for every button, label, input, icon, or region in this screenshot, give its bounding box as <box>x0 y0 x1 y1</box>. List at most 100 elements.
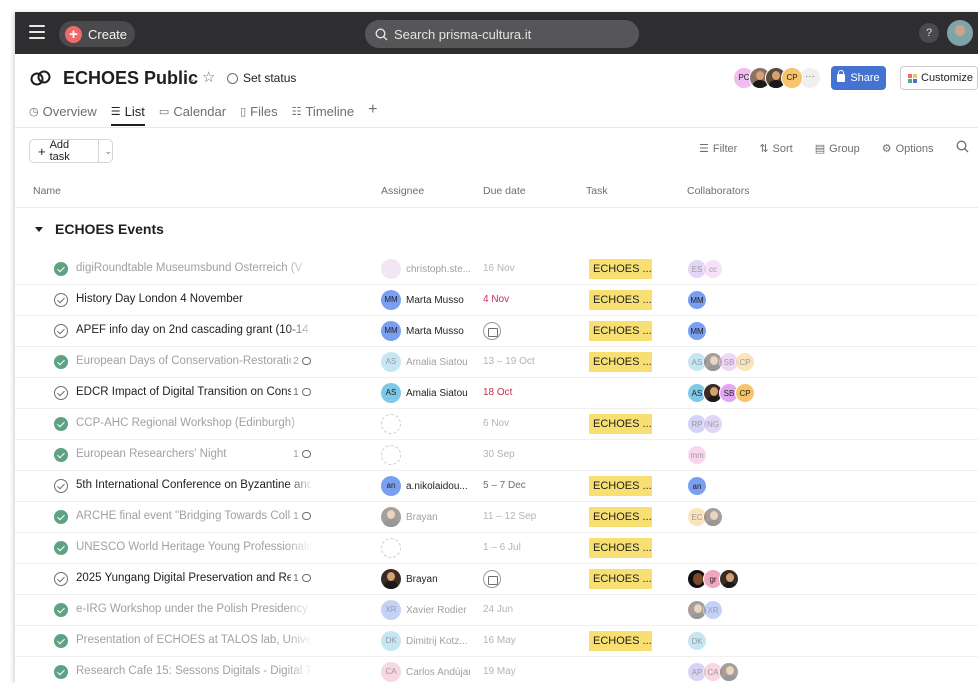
section-header[interactable]: ECHOES Events <box>29 221 164 237</box>
assignee-cell[interactable]: AS Amalia Siatou <box>381 352 470 372</box>
create-button[interactable]: + Create <box>59 21 135 47</box>
assignee-cell[interactable]: christoph.ste... <box>381 259 470 279</box>
user-avatar[interactable] <box>947 20 973 46</box>
task-name[interactable]: EDCR Impact of Digital Transition on Con… <box>76 386 311 398</box>
task-row[interactable]: History Day London 4 November MM Marta Mus… <box>15 285 978 316</box>
task-name[interactable]: European Days of Conservation-Restoratio… <box>76 355 311 367</box>
task-row[interactable]: UNESCO World Heritage Young Professional… <box>15 533 978 564</box>
assignee-cell[interactable] <box>381 538 401 558</box>
help-button[interactable]: ? <box>919 23 939 43</box>
complete-checkbox[interactable] <box>54 417 68 431</box>
set-status-button[interactable]: Set status <box>227 71 296 85</box>
task-row[interactable]: digiRoundtable Museumsbund Österreich (V… <box>15 254 978 285</box>
task-name[interactable]: Presentation of ECHOES at TALOS lab, Uni… <box>76 634 311 646</box>
complete-checkbox[interactable] <box>54 355 68 369</box>
collaborators-cell[interactable]: AP CA <box>687 662 739 682</box>
menu-icon[interactable] <box>29 25 45 39</box>
complete-checkbox[interactable] <box>54 479 68 493</box>
task-row[interactable]: 2025 Yungang Digital Preservation and Re… <box>15 564 978 595</box>
collaborators-cell[interactable]: AS SB CP <box>687 352 755 372</box>
search-icon[interactable] <box>956 140 969 153</box>
due-date[interactable]: 11 – 12 Sep <box>483 511 536 522</box>
assignee-cell[interactable]: Brayan <box>381 569 470 589</box>
tab-timeline[interactable]: ☷ Timeline <box>292 100 355 122</box>
complete-checkbox[interactable] <box>54 572 68 586</box>
tab-calendar[interactable]: ▭ Calendar <box>159 100 226 122</box>
task-row[interactable]: 5th International Conference on Byzantin… <box>15 471 978 502</box>
complete-checkbox[interactable] <box>54 541 68 555</box>
task-name[interactable]: UNESCO World Heritage Young Professional… <box>76 541 311 553</box>
complete-checkbox[interactable] <box>54 324 68 338</box>
task-name[interactable]: 5th International Conference on Byzantin… <box>76 479 311 491</box>
add-tab-icon[interactable]: + <box>368 100 377 120</box>
collaborators-cell[interactable]: DK <box>687 631 707 651</box>
collaborators-cell[interactable]: EC <box>687 507 723 527</box>
collaborators-cell[interactable]: gr <box>687 569 739 589</box>
project-members[interactable]: PC CP ··· <box>733 67 821 89</box>
calendar-icon[interactable] <box>483 322 501 340</box>
tab-list[interactable]: ☰ List <box>110 100 146 126</box>
due-date[interactable]: 16 Nov <box>483 263 515 274</box>
due-date[interactable]: 5 – 7 Dec <box>483 480 526 491</box>
assignee-cell[interactable]: an a.nikolaidou... <box>381 476 470 496</box>
assignee-cell[interactable]: MM Marta Musso <box>381 290 470 310</box>
assignee-cell[interactable]: AS Amalia Siatou <box>381 383 470 403</box>
task-tag[interactable]: ECHOES ... <box>589 476 652 496</box>
due-date[interactable]: 16 May <box>483 635 516 646</box>
task-name[interactable]: APEF info day on 2nd cascading grant (10… <box>76 324 311 336</box>
collaborators-cell[interactable]: MM <box>687 321 707 341</box>
chevron-down-icon[interactable]: ⌄ <box>104 146 112 157</box>
options-button[interactable]: ⚙ Options <box>882 142 934 156</box>
complete-checkbox[interactable] <box>54 262 68 276</box>
task-row[interactable]: European Days of Conservation-Restoratio… <box>15 347 978 378</box>
collapse-triangle-icon[interactable] <box>35 226 43 232</box>
project-title[interactable]: ECHOES Public <box>63 68 198 89</box>
due-date[interactable]: 4 Nov <box>483 294 509 305</box>
due-date[interactable]: 24 Jun <box>483 604 513 615</box>
task-tag[interactable]: ECHOES ... <box>589 507 652 527</box>
unassigned-icon[interactable] <box>381 538 401 558</box>
due-date[interactable]: 1 – 6 Jul <box>483 542 521 553</box>
task-name[interactable]: Research Cafe 15: Sessons Digitals - Dig… <box>76 665 311 677</box>
complete-checkbox[interactable] <box>54 634 68 648</box>
task-tag[interactable]: ECHOES ... <box>589 290 652 310</box>
assignee-cell[interactable]: Brayan <box>381 507 470 527</box>
task-row[interactable]: APEF info day on 2nd cascading grant (10… <box>15 316 978 347</box>
column-header-name[interactable]: Name <box>33 180 61 202</box>
assignee-cell[interactable]: DK Dimitrij Kotz... <box>381 631 470 651</box>
group-button[interactable]: ▤ Group <box>815 142 860 156</box>
add-task-button[interactable]: + Add task ⌄ <box>29 139 113 163</box>
collaborators-cell[interactable]: an <box>687 476 707 496</box>
due-date[interactable]: 18 Oct <box>483 387 512 398</box>
assignee-cell[interactable] <box>381 445 401 465</box>
due-date[interactable]: 30 Sep <box>483 449 515 460</box>
task-tag[interactable]: ECHOES ... <box>589 631 652 651</box>
due-date[interactable]: 19 May <box>483 666 516 677</box>
task-name[interactable]: History Day London 4 November <box>76 293 311 305</box>
column-header-collaborators[interactable]: Collaborators <box>687 180 749 202</box>
collaborators-cell[interactable]: RP NG <box>687 414 723 434</box>
assignee-cell[interactable]: CA Carlos Andújar <box>381 662 470 682</box>
task-name[interactable]: CCP-AHC Regional Workshop (Edinburgh) <box>76 417 311 429</box>
complete-checkbox[interactable] <box>54 386 68 400</box>
collaborators-cell[interactable]: MM <box>687 290 707 310</box>
column-header-task[interactable]: Task <box>586 180 608 202</box>
sort-button[interactable]: ⇅ Sort <box>759 142 792 156</box>
calendar-icon[interactable] <box>483 570 501 588</box>
customize-button[interactable]: Customize <box>900 66 978 90</box>
search-input[interactable]: Search prisma-cultura.it <box>365 20 639 48</box>
task-row[interactable]: EDCR Impact of Digital Transition on Con… <box>15 378 978 409</box>
task-row[interactable]: ARCHE final event "Bridging Towards Coll… <box>15 502 978 533</box>
filter-button[interactable]: ☰ Filter <box>699 142 737 156</box>
unassigned-icon[interactable] <box>381 414 401 434</box>
tab-overview[interactable]: ◷ Overview <box>29 100 97 122</box>
task-tag[interactable]: ECHOES ... <box>589 259 652 279</box>
column-header-due-date[interactable]: Due date <box>483 180 526 202</box>
task-row[interactable]: Presentation of ECHOES at TALOS lab, Uni… <box>15 626 978 657</box>
assignee-cell[interactable] <box>381 414 401 434</box>
due-date[interactable]: 13 – 19 Oct <box>483 356 535 367</box>
task-name[interactable]: ARCHE final event "Bridging Towards Coll… <box>76 510 311 522</box>
task-row[interactable]: CCP-AHC Regional Workshop (Edinburgh) 6 N… <box>15 409 978 440</box>
task-row[interactable]: European Researchers' Night 1 30 Sep mm <box>15 440 978 471</box>
complete-checkbox[interactable] <box>54 293 68 307</box>
